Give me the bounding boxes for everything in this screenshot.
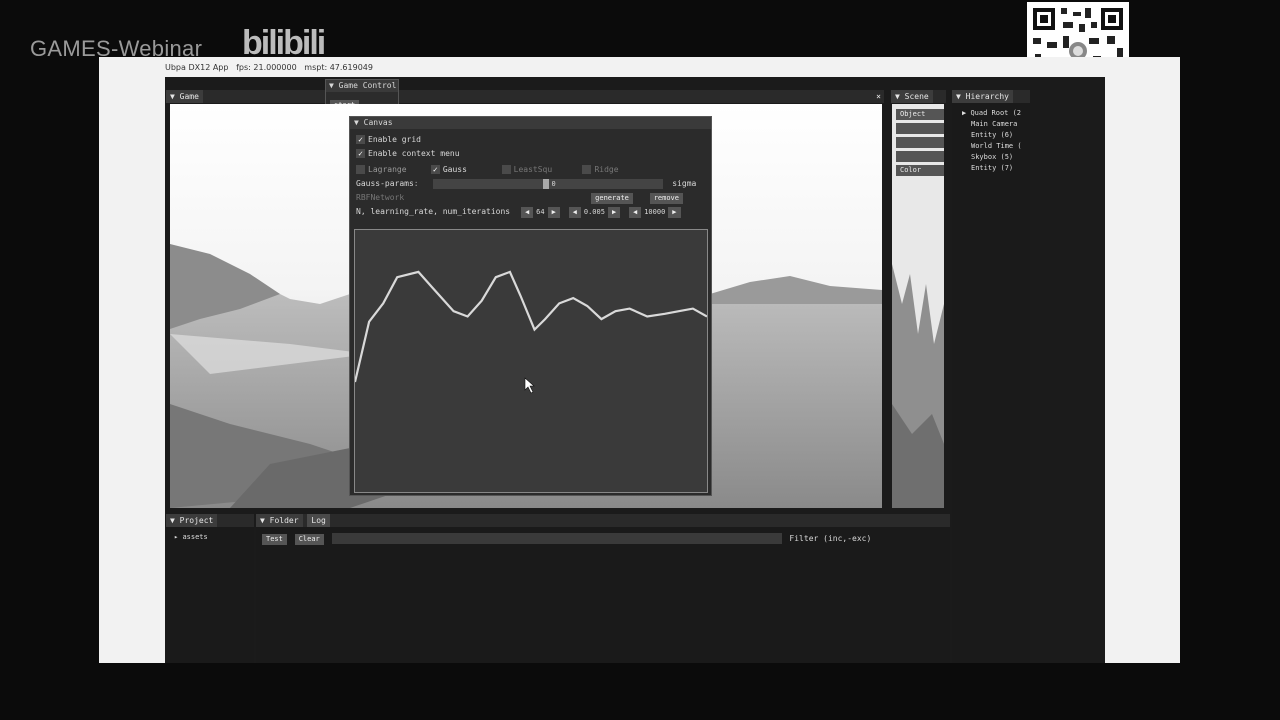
enable-context-menu-label: Enable context menu: [368, 149, 460, 158]
tab-folder-label: Folder: [269, 516, 299, 525]
arrow-right-icon[interactable]: ▶: [668, 207, 681, 218]
checkbox-ridge[interactable]: [582, 165, 592, 174]
test-button[interactable]: Test: [262, 534, 287, 545]
sigma-label: sigma: [672, 179, 697, 188]
training-label: N, learning_rate, num_iterations: [356, 207, 511, 216]
scene-button-color[interactable]: Color: [896, 165, 944, 176]
checkbox-leastsqu[interactable]: [501, 165, 511, 174]
game-tabbar: ▼ Game ×: [166, 90, 884, 103]
method-gauss-label: Gauss: [442, 165, 467, 174]
tab-scene[interactable]: ▼ Scene: [891, 90, 933, 103]
method-row: Lagrange ✓ Gauss LeastSqu Ridge: [350, 163, 711, 177]
close-icon[interactable]: ×: [876, 90, 884, 103]
method-ridge-label: Ridge: [594, 165, 619, 174]
mspt-readout: mspt: 47.619049: [304, 63, 373, 72]
project-panel: ▼ Project ▸ assets: [166, 514, 254, 663]
gauss-params-row: Gauss-params: 0 sigma: [350, 177, 711, 191]
checkbox-lagrange[interactable]: [356, 165, 365, 174]
hierarchy-item[interactable]: Main Camera: [962, 119, 1030, 130]
rbf-row: RBFNetwork generate remove: [350, 191, 711, 205]
project-item-assets[interactable]: ▸ assets: [166, 527, 254, 543]
arrow-right-icon[interactable]: ▶: [547, 207, 560, 218]
tab-log[interactable]: Log: [307, 514, 330, 527]
hierarchy-tabbar: ▼ Hierarchy: [952, 90, 1030, 103]
method-lagrange-label: Lagrange: [368, 165, 407, 174]
scene-button-list: Object Color: [896, 109, 944, 176]
tab-scene-label: Scene: [904, 92, 929, 101]
hierarchy-panel: ▼ Hierarchy ▶ Quad Root (2 Main Camera E…: [952, 90, 1030, 663]
learning-rate-value[interactable]: 0.005: [581, 208, 608, 216]
enable-grid-label: Enable grid: [368, 135, 421, 144]
gauss-params-label: Gauss-params: [356, 179, 414, 188]
canvas-title-bar: ▼ Canvas: [350, 117, 711, 129]
slider-handle[interactable]: [543, 178, 550, 189]
scene-button-object[interactable]: Object: [896, 109, 944, 120]
mouse-cursor-icon: [524, 377, 535, 394]
arrow-left-icon[interactable]: ◀: [629, 207, 642, 218]
scene-button-3[interactable]: [896, 137, 944, 148]
tab-hierarchy-label: Hierarchy: [965, 92, 1009, 101]
game-control-title: ▼ Game Control: [326, 80, 398, 92]
log-panel: ▼ Folder Log Test Clear Filter (inc,-exc…: [256, 514, 950, 663]
check-icon[interactable]: ✓: [356, 149, 365, 158]
arrow-right-icon[interactable]: ▶: [607, 207, 621, 218]
tab-project[interactable]: ▼ Project: [166, 514, 218, 527]
scene-button-4[interactable]: [896, 151, 944, 162]
method-leastsqu-label: LeastSqu: [513, 165, 553, 174]
check-icon[interactable]: ✓: [430, 165, 440, 174]
remove-button[interactable]: remove: [649, 193, 683, 204]
enable-grid-row[interactable]: ✓ Enable grid: [350, 133, 711, 147]
gauss-params-slider[interactable]: 0: [433, 178, 664, 189]
project-tabbar: ▼ Project: [166, 514, 254, 527]
tab-folder[interactable]: ▼ Folder: [256, 514, 303, 527]
method-ridge[interactable]: Ridge: [582, 165, 619, 174]
app-title: Ubpa DX12 App: [165, 63, 229, 72]
app-title-bar: Ubpa DX12 App fps: 21.000000 mspt: 47.61…: [165, 63, 373, 72]
scene-button-2[interactable]: [896, 123, 944, 134]
gauss-params-value: 0: [551, 179, 556, 188]
method-gauss[interactable]: ✓ Gauss: [430, 163, 497, 177]
tab-game-label: Game: [179, 92, 199, 101]
scene-tabbar: ▼ Scene: [891, 90, 946, 103]
enable-context-menu-row[interactable]: ✓ Enable context menu: [350, 147, 711, 161]
hierarchy-item-label: Quad Root (2: [970, 109, 1022, 117]
canvas-title: Canvas: [363, 118, 393, 127]
filter-input[interactable]: [331, 533, 782, 544]
tab-project-label: Project: [179, 516, 214, 525]
num-iterations-value[interactable]: 10000: [641, 208, 668, 216]
canvas-plot[interactable]: [353, 229, 708, 493]
check-icon[interactable]: ✓: [356, 135, 365, 144]
training-row: N, learning_rate, num_iterations ◀ 64 ▶ ◀ 0…: [350, 205, 711, 219]
hierarchy-item[interactable]: ▶ Quad Root (2: [962, 108, 1030, 119]
hierarchy-item[interactable]: Entity (7): [962, 163, 1030, 174]
log-tabbar: ▼ Folder Log: [256, 514, 950, 527]
log-toolbar: Test Clear Filter (inc,-exc): [256, 527, 950, 545]
arrow-left-icon[interactable]: ◀: [568, 207, 581, 218]
n-value[interactable]: 64: [533, 208, 547, 216]
generate-button[interactable]: generate: [591, 193, 633, 204]
method-leastsqu[interactable]: LeastSqu: [501, 163, 578, 177]
filter-label: Filter (inc,-exc): [789, 534, 872, 543]
project-item-label: assets: [182, 533, 208, 541]
tab-hierarchy[interactable]: ▼ Hierarchy: [952, 90, 1013, 103]
hierarchy-list: ▶ Quad Root (2 Main Camera Entity (6) Wo…: [952, 103, 1030, 174]
game-control-title-label: Game Control: [338, 81, 397, 90]
arrow-left-icon[interactable]: ◀: [520, 207, 534, 218]
hierarchy-item[interactable]: Skybox (5): [962, 152, 1030, 163]
clear-button[interactable]: Clear: [294, 534, 324, 545]
fitted-curve: [353, 270, 708, 383]
hierarchy-item[interactable]: Entity (6): [962, 130, 1030, 141]
method-lagrange[interactable]: Lagrange: [356, 163, 426, 177]
tab-game[interactable]: ▼ Game: [166, 90, 203, 103]
rbf-section-label: RBFNetwork: [356, 193, 405, 202]
hierarchy-item[interactable]: World Time (: [962, 141, 1030, 152]
fps-readout: fps: 21.000000: [236, 63, 297, 72]
